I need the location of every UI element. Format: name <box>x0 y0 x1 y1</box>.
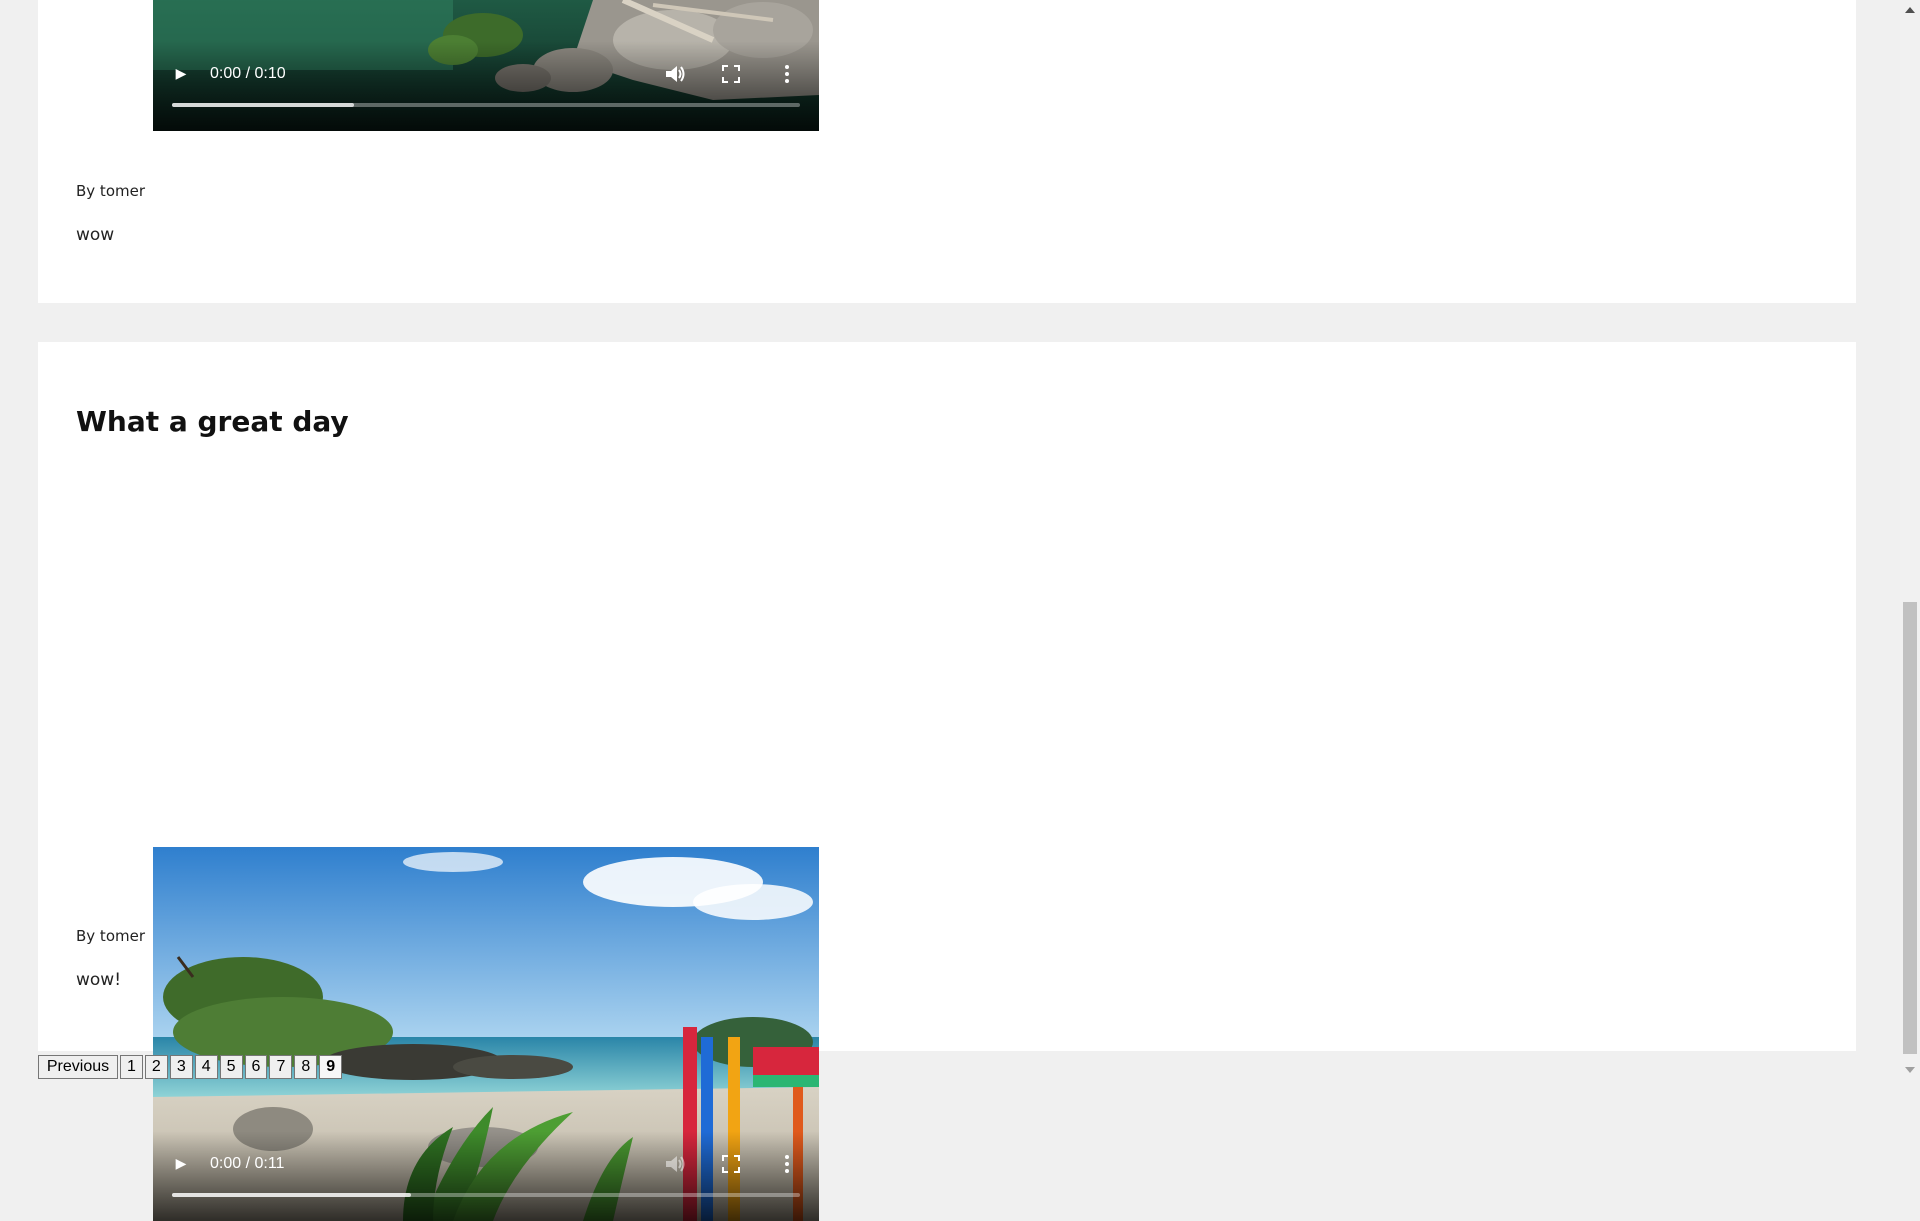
volume-icon[interactable] <box>664 64 686 84</box>
page-button-8[interactable]: 8 <box>294 1055 318 1079</box>
fullscreen-icon[interactable] <box>722 1155 740 1173</box>
play-icon[interactable]: ▶ <box>173 1156 189 1172</box>
video-controls: ▶ 0:00 / 0:10 <box>153 0 819 131</box>
video-time: 0:00 / 0:10 <box>210 65 286 82</box>
post-card: ▶ 0:00 / 0:10 By tomer wow <box>38 0 1856 303</box>
video-progress-bar[interactable] <box>172 1193 800 1197</box>
video-player[interactable]: ▶ 0:00 / 0:11 <box>153 847 819 1221</box>
post-author: By tomer <box>76 927 146 945</box>
volume-icon[interactable] <box>664 1154 686 1174</box>
page-button-2[interactable]: 2 <box>144 1055 168 1079</box>
more-options-icon[interactable] <box>784 1154 790 1174</box>
page-scrollbar[interactable] <box>1900 0 1920 1080</box>
previous-button[interactable]: Previous <box>38 1055 118 1079</box>
video-controls: ▶ 0:00 / 0:11 <box>153 1090 819 1221</box>
buffered-range <box>172 1193 411 1197</box>
post-body: wow <box>76 225 115 245</box>
page-button-6[interactable]: 6 <box>244 1055 268 1079</box>
post-title: What a great day <box>76 405 349 438</box>
pagination: Previous 1 2 3 4 5 6 7 8 9 <box>38 1055 343 1079</box>
post-body: wow! <box>76 970 122 990</box>
scrollbar-thumb[interactable] <box>1903 602 1917 1054</box>
fullscreen-icon[interactable] <box>722 65 740 83</box>
buffered-range <box>172 103 355 107</box>
post-card: What a great day ▶ 0:00 / 0:11 By tomer … <box>38 342 1856 1221</box>
page-button-1[interactable]: 1 <box>120 1055 143 1079</box>
video-player[interactable]: ▶ 0:00 / 0:10 <box>153 0 819 131</box>
page-button-9[interactable]: 9 <box>319 1055 343 1079</box>
scroll-up-arrow-icon[interactable] <box>1900 0 1920 20</box>
page-button-5[interactable]: 5 <box>219 1055 243 1079</box>
page-button-4[interactable]: 4 <box>194 1055 218 1079</box>
scroll-down-arrow-icon[interactable] <box>1900 1060 1920 1080</box>
post-author: By tomer <box>76 182 146 200</box>
more-options-icon[interactable] <box>784 64 790 84</box>
page-button-3[interactable]: 3 <box>169 1055 193 1079</box>
page-button-7[interactable]: 7 <box>269 1055 293 1079</box>
video-progress-bar[interactable] <box>172 103 800 107</box>
play-icon[interactable]: ▶ <box>173 66 189 82</box>
video-time: 0:00 / 0:11 <box>210 1155 285 1172</box>
